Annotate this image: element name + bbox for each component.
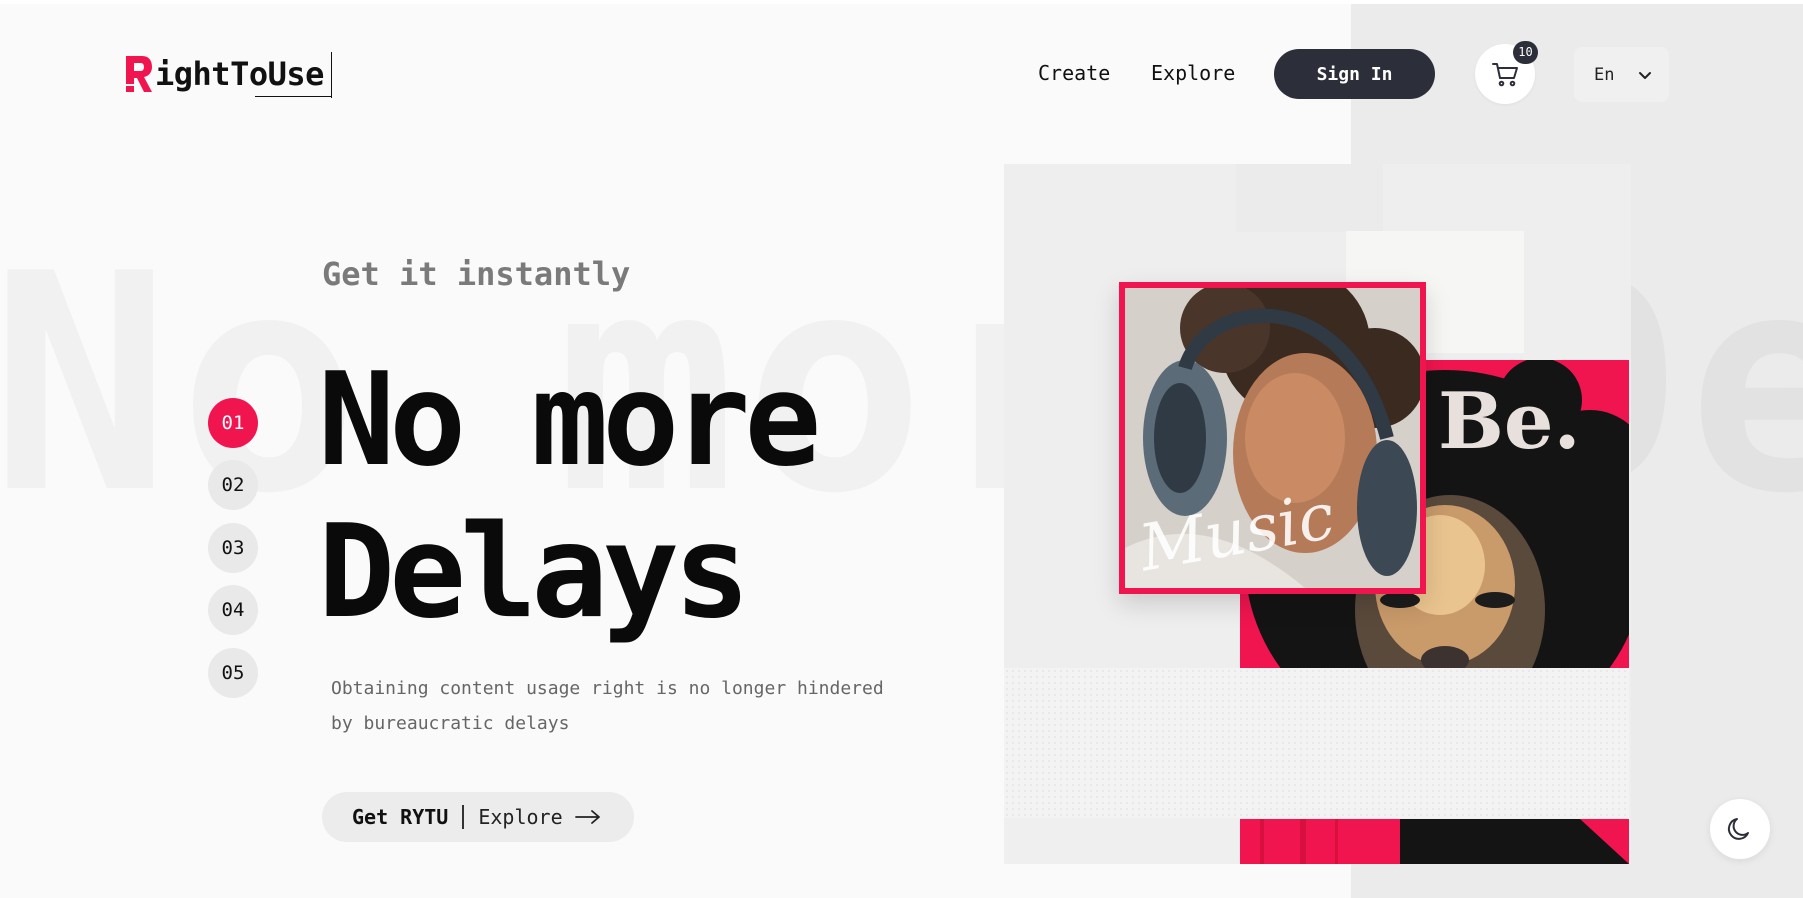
hero-description: Obtaining content usage right is no long… [331,678,884,734]
logo-r-mark [126,56,152,92]
hero-title-line-2: Delays [318,498,750,647]
cart-icon [1492,63,1518,87]
collage-halftone-panel [1004,668,1629,818]
music-artwork-card[interactable]: Music [1119,282,1426,594]
nav-explore[interactable]: Explore [1151,58,1235,88]
logo[interactable]: ightToUse [124,52,332,98]
sign-in-button[interactable]: Sign In [1274,49,1435,99]
step-03[interactable]: 03 [208,523,258,573]
logo-text: ightToUse [155,55,324,93]
bottom-artwork-illustration [1260,819,1629,864]
language-value: En [1594,64,1615,85]
hero-title: No more Delays [318,345,958,649]
be-card-text: Be. [1438,376,1581,467]
get-rytu-button[interactable]: Get RYTU Explore [322,792,634,842]
nav-create[interactable]: Create [1038,58,1110,88]
bottom-artwork-card[interactable] [1240,819,1629,864]
theme-toggle-button[interactable] [1710,799,1770,859]
collage-lower-panel [1004,818,1240,864]
step-04[interactable]: 04 [208,585,258,635]
moon-icon [1727,818,1749,840]
arrow-right-icon [574,810,600,824]
cart-count-badge: 10 [1513,41,1538,64]
cta-primary-label: Get RYTU [352,805,449,829]
logo-underline [255,96,332,97]
hero-eyebrow: Get it instantly [322,255,631,293]
step-01[interactable]: 01 [208,398,258,448]
cta-secondary-label: Explore [478,805,563,829]
step-05[interactable]: 05 [208,648,258,698]
collage-notch [1236,164,1383,232]
chevron-down-icon [1639,72,1651,79]
cta-divider [462,805,465,829]
hero-title-line-1: No more [318,346,821,495]
logo-divider [331,52,332,98]
step-02[interactable]: 02 [208,460,258,510]
language-select[interactable]: En [1574,47,1669,102]
